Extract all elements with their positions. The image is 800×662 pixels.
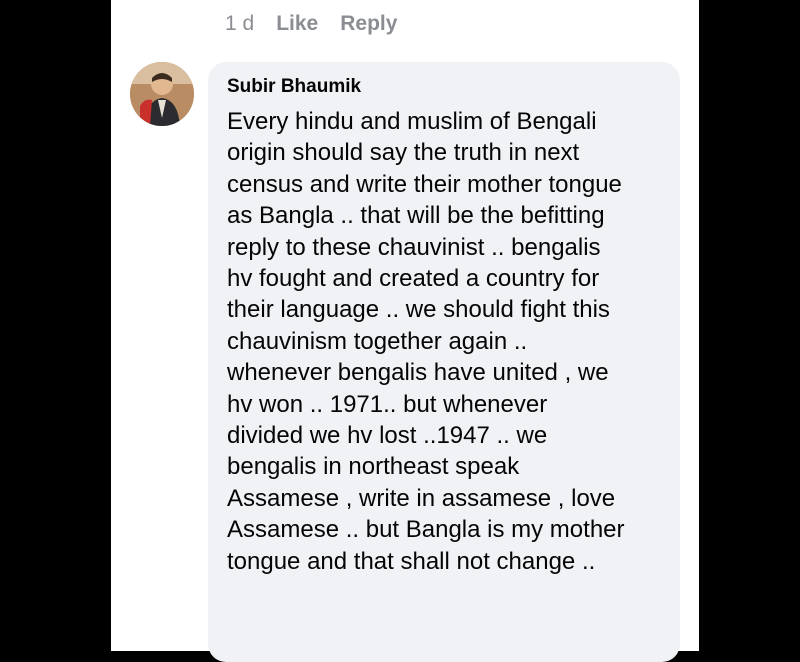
previous-comment-actions: 1 d Like Reply (225, 12, 397, 36)
comment-timestamp: 1 d (225, 12, 255, 35)
reply-link[interactable]: Reply (340, 12, 397, 36)
like-link[interactable]: Like (276, 12, 318, 36)
comment-text: Every hindu and muslim of Bengali origin… (227, 108, 625, 575)
avatar[interactable] (130, 62, 194, 126)
comment-author[interactable]: Subir Bhaumik (227, 76, 361, 98)
user-photo-icon (130, 62, 194, 126)
